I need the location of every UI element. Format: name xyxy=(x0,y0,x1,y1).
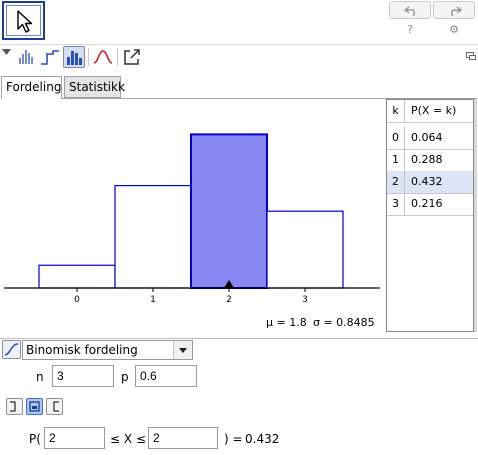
x-tick-label: 0 xyxy=(74,295,80,305)
row-p: 0.288 xyxy=(411,153,443,166)
cursor-arrow-icon xyxy=(17,10,33,33)
n-label: n xyxy=(36,370,44,384)
step-chart-icon xyxy=(41,50,59,65)
mean-label: μ = 1.8 xyxy=(266,316,307,329)
header-p: P(X = k) xyxy=(411,104,457,117)
row-k: 2 xyxy=(387,171,405,193)
distribution-dropdown[interactable]: Binomisk fordeling xyxy=(22,340,193,360)
table-row-selected[interactable]: 2 0.432 xyxy=(387,171,473,194)
toolbar-divider xyxy=(88,48,89,66)
chevron-down-icon xyxy=(179,348,187,353)
redo-icon xyxy=(451,6,462,17)
dropdown-arrow[interactable] xyxy=(173,341,192,359)
p-label: p xyxy=(121,370,129,384)
export-icon xyxy=(124,49,140,65)
bar-chart-button[interactable] xyxy=(16,46,38,68)
row-p: 0.216 xyxy=(411,197,443,210)
step-chart-button[interactable] xyxy=(39,46,61,68)
bar-chart-icon xyxy=(19,50,33,64)
normal-overlay-button[interactable] xyxy=(92,46,114,68)
probability-table: k P(X = k) 0 0.064 1 0.288 2 0.432 3 0.2… xyxy=(386,99,474,332)
interval-icon xyxy=(29,401,40,412)
table-row[interactable]: 3 0.216 xyxy=(387,193,473,216)
p-input[interactable] xyxy=(135,365,197,387)
bar-highlighted[interactable] xyxy=(190,133,268,290)
prob-prefix: P( xyxy=(29,432,41,446)
x-tick-label: 2 xyxy=(226,295,232,305)
view-menu-icon[interactable] xyxy=(466,52,476,60)
row-p: 0.432 xyxy=(411,175,443,188)
undo-button[interactable] xyxy=(389,1,431,19)
collapse-triangle-icon[interactable] xyxy=(2,49,11,56)
histogram-button[interactable] xyxy=(63,46,85,68)
undo-icon xyxy=(404,6,415,17)
row-k: 0 xyxy=(387,127,405,149)
x-tick-label: 3 xyxy=(302,295,308,305)
header-k: k xyxy=(387,100,405,122)
x-tick-label: 1 xyxy=(150,295,156,305)
prob-result: 0.432 xyxy=(245,432,280,446)
distribution-selected: Binomisk fordeling xyxy=(26,343,138,357)
cumulative-curve-icon xyxy=(4,343,19,356)
interval-button[interactable] xyxy=(26,398,43,415)
bar[interactable] xyxy=(114,184,192,289)
right-sided-button[interactable] xyxy=(46,398,63,415)
row-k: 3 xyxy=(387,193,405,215)
settings-icon[interactable]: ⚙ xyxy=(444,21,464,39)
move-tool-button[interactable] xyxy=(2,1,45,40)
bar[interactable] xyxy=(38,264,116,289)
row-p: 0.064 xyxy=(411,131,443,144)
upper-bound-input[interactable] xyxy=(148,427,218,449)
table-row[interactable]: 0 0.064 xyxy=(387,127,473,150)
prob-middle: ≤ X ≤ xyxy=(110,432,146,446)
table-scrollbar[interactable] xyxy=(474,99,477,332)
sd-label: σ = 0.8485 xyxy=(313,316,375,329)
normal-overlay-icon xyxy=(93,50,113,64)
toolbar-divider xyxy=(117,48,118,66)
lower-bound-input[interactable] xyxy=(44,427,105,449)
export-button[interactable] xyxy=(121,46,143,68)
distribution-chart[interactable]: 0 1 2 3 xyxy=(0,99,384,339)
left-sided-icon xyxy=(10,401,16,412)
tab-fordeling[interactable]: Fordeling xyxy=(1,76,62,99)
right-sided-icon xyxy=(53,401,59,412)
left-sided-button[interactable] xyxy=(6,398,23,415)
cumulative-toggle-button[interactable] xyxy=(2,340,21,359)
table-row[interactable]: 1 0.288 xyxy=(387,149,473,172)
redo-button[interactable] xyxy=(433,1,475,19)
help-icon[interactable]: ? xyxy=(400,21,420,39)
n-input[interactable] xyxy=(52,365,114,387)
table-header: k P(X = k) xyxy=(387,100,473,123)
prob-suffix: ) = xyxy=(224,432,243,446)
bar[interactable] xyxy=(266,210,344,289)
row-k: 1 xyxy=(387,149,405,171)
tab-statistikk[interactable]: Statistikk xyxy=(64,76,125,98)
histogram-icon xyxy=(67,51,82,65)
